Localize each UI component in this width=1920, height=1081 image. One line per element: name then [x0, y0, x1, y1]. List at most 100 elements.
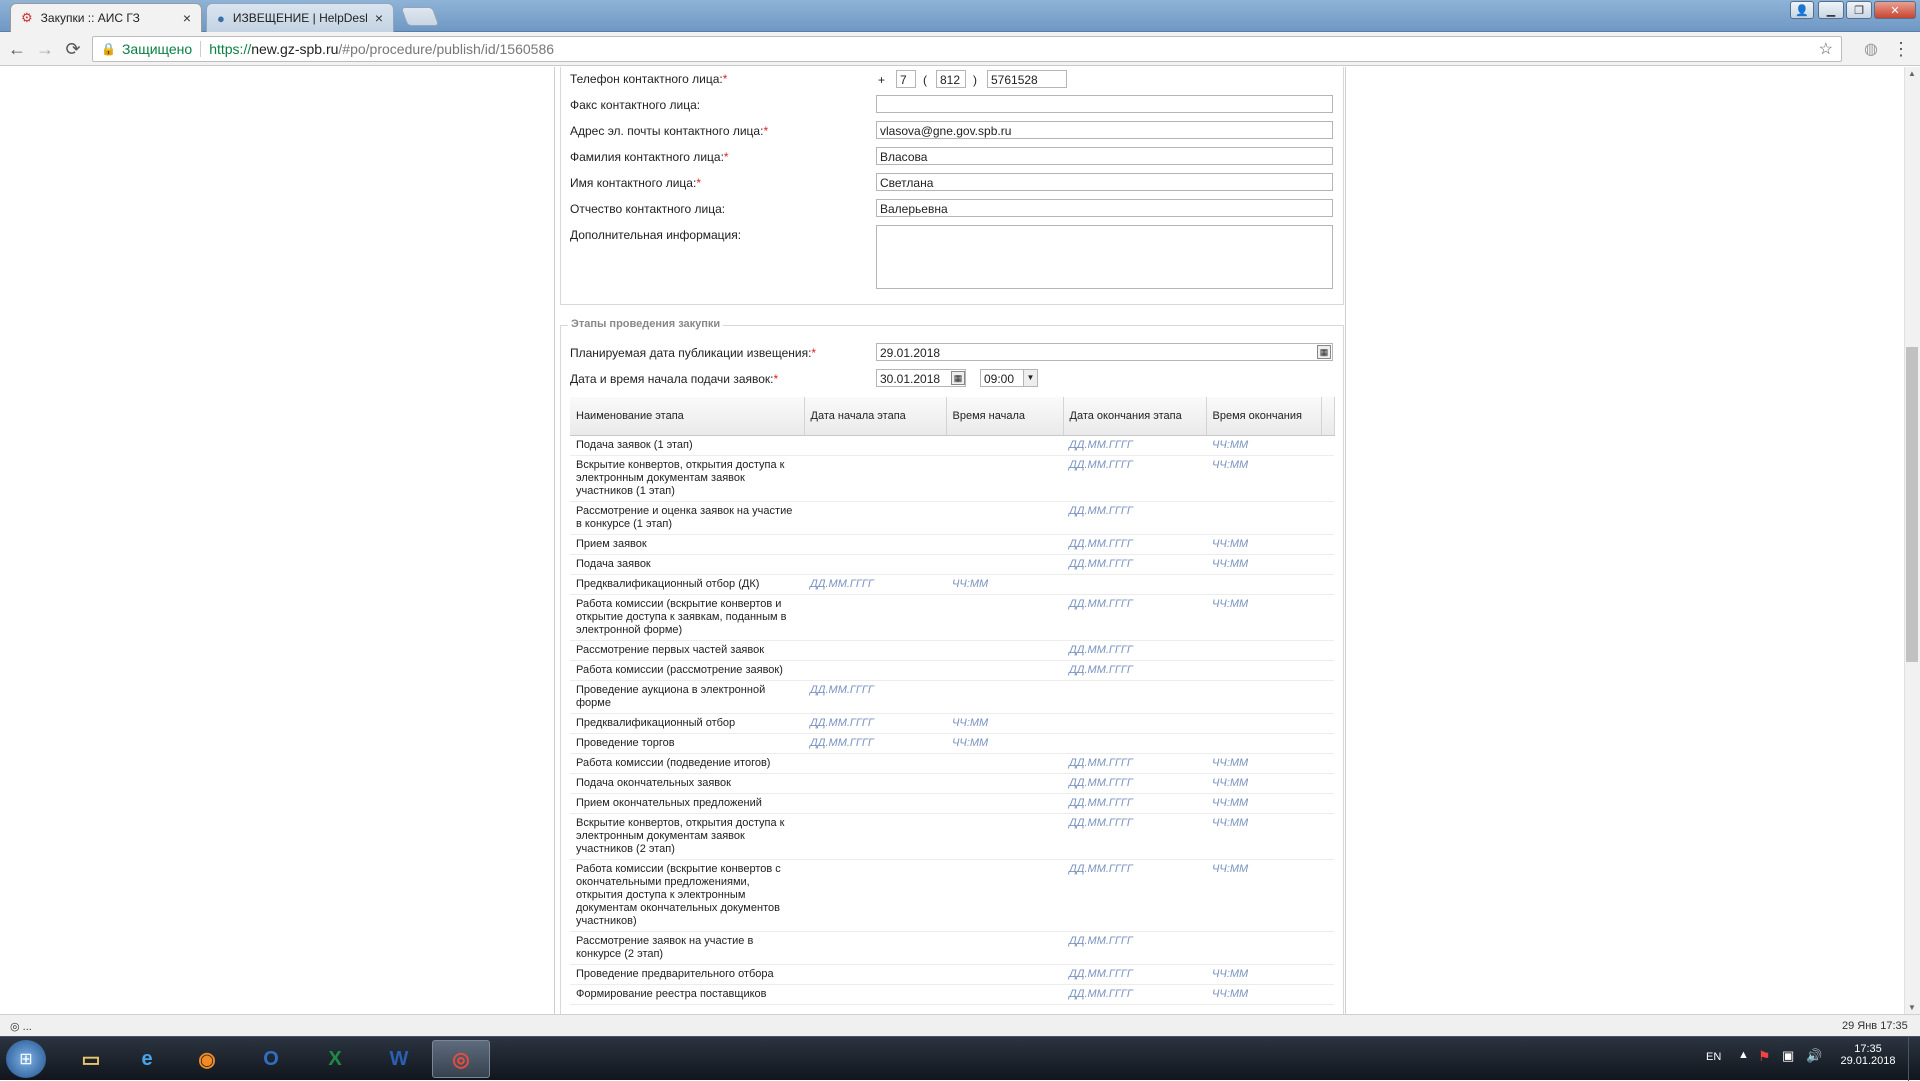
- close-tab-icon[interactable]: ×: [375, 10, 383, 26]
- taskbar-firefox-icon[interactable]: ◉: [178, 1040, 236, 1078]
- cell-end-date[interactable]: ДД.ММ.ГГГГ: [1063, 660, 1206, 681]
- cell-end-time[interactable]: ЧЧ:ММ: [1206, 435, 1321, 456]
- cell-end-date[interactable]: ДД.ММ.ГГГГ: [1063, 793, 1206, 814]
- table-row: Вскрытие конвертов, открытия доступа к э…: [570, 455, 1334, 502]
- taskbar-excel-icon[interactable]: X: [306, 1040, 364, 1078]
- language-indicator[interactable]: EN: [1706, 1051, 1721, 1063]
- cell-end-date[interactable]: ДД.ММ.ГГГГ: [1063, 501, 1206, 535]
- cell-end-date[interactable]: ДД.ММ.ГГГГ: [1063, 753, 1206, 774]
- cell-start-date: [804, 501, 946, 535]
- minimize-button[interactable]: ▁: [1818, 1, 1844, 19]
- fax-input[interactable]: [876, 95, 1333, 113]
- calendar-icon[interactable]: ▦: [1317, 345, 1331, 359]
- cell-spacer: [1321, 964, 1334, 985]
- back-button[interactable]: ←: [6, 38, 28, 60]
- address-bar[interactable]: 🔒 Защищено https:// new.gz-spb.ru /#po/p…: [92, 36, 1842, 62]
- taskbar-word-icon[interactable]: W: [370, 1040, 428, 1078]
- forward-button[interactable]: →: [34, 38, 56, 60]
- scroll-down-icon[interactable]: ▼: [1908, 1003, 1916, 1012]
- phone-country-input[interactable]: 7: [896, 70, 916, 88]
- tab-zakupki[interactable]: ⚙ Закупки :: АИС ГЗ ×: [10, 3, 202, 32]
- maximize-button[interactable]: ❐: [1846, 1, 1872, 19]
- cell-end-time[interactable]: ЧЧ:ММ: [1206, 753, 1321, 774]
- show-desktop-button[interactable]: [1908, 1037, 1920, 1081]
- start-button[interactable]: ⊞: [6, 1040, 46, 1078]
- cell-end-time[interactable]: ЧЧ:ММ: [1206, 964, 1321, 985]
- col-end-date[interactable]: Дата окончания этапа: [1063, 397, 1207, 436]
- flag-icon[interactable]: ⚑: [1758, 1048, 1771, 1065]
- cell-end-date[interactable]: ДД.ММ.ГГГГ: [1063, 455, 1206, 502]
- cell-start-date[interactable]: ДД.ММ.ГГГГ: [804, 680, 946, 714]
- name-input[interactable]: Светлана: [876, 173, 1333, 191]
- cell-start-date: [804, 931, 946, 965]
- cell-end-time[interactable]: ЧЧ:ММ: [1206, 984, 1321, 1005]
- start-time-select[interactable]: 09:00 ▼: [980, 369, 1038, 387]
- cell-end-date[interactable]: ДД.ММ.ГГГГ: [1063, 594, 1206, 641]
- cell-start-date[interactable]: ДД.ММ.ГГГГ: [804, 713, 946, 734]
- volume-icon[interactable]: 🔊: [1806, 1048, 1822, 1064]
- close-tab-icon[interactable]: ×: [183, 10, 191, 26]
- taskbar-chrome-icon[interactable]: ◎: [432, 1040, 490, 1078]
- cell-start-time[interactable]: ЧЧ:ММ: [946, 713, 1063, 734]
- col-stage-name[interactable]: Наименование этапа: [570, 397, 805, 436]
- cell-end-time[interactable]: ЧЧ:ММ: [1206, 793, 1321, 814]
- cell-end-time[interactable]: ЧЧ:ММ: [1206, 594, 1321, 641]
- tab-helpdesk[interactable]: ● ИЗВЕЩЕНИЕ | HelpDesk ×: [206, 3, 394, 32]
- taskbar-outlook-icon[interactable]: O: [242, 1040, 300, 1078]
- cell-start-time: [946, 501, 1063, 535]
- cell-start-date[interactable]: ДД.ММ.ГГГГ: [804, 574, 946, 595]
- scroll-up-icon[interactable]: ▲: [1908, 69, 1916, 78]
- cell-end-time[interactable]: ЧЧ:ММ: [1206, 455, 1321, 502]
- page-content: Телефон контактного лица:* + 7 ( 812 ) 5…: [0, 67, 1904, 1014]
- taskbar-explorer-icon[interactable]: ▭: [62, 1040, 120, 1078]
- cell-end-date[interactable]: ДД.ММ.ГГГГ: [1063, 964, 1206, 985]
- cell-start-time[interactable]: ЧЧ:ММ: [946, 733, 1063, 754]
- tray-arrow-icon[interactable]: ▲: [1738, 1049, 1749, 1061]
- cell-end-date[interactable]: ДД.ММ.ГГГГ: [1063, 859, 1206, 932]
- cell-end-date[interactable]: ДД.ММ.ГГГГ: [1063, 813, 1206, 860]
- surname-input[interactable]: Власова: [876, 147, 1333, 165]
- cell-start-date: [804, 753, 946, 774]
- cell-start-time[interactable]: ЧЧ:ММ: [946, 574, 1063, 595]
- calendar-icon[interactable]: ▦: [951, 371, 965, 385]
- cell-end-time[interactable]: ЧЧ:ММ: [1206, 554, 1321, 575]
- clock[interactable]: 17:35 29.01.2018: [1838, 1043, 1898, 1067]
- cell-end-time[interactable]: ЧЧ:ММ: [1206, 859, 1321, 932]
- cell-start-date: [804, 964, 946, 985]
- menu-icon[interactable]: ⋮: [1890, 38, 1912, 60]
- cell-end-time[interactable]: ЧЧ:ММ: [1206, 773, 1321, 794]
- cell-end-date[interactable]: ДД.ММ.ГГГГ: [1063, 931, 1206, 965]
- email-input[interactable]: vlasova@gne.gov.spb.ru: [876, 121, 1333, 139]
- col-end-time[interactable]: Время окончания: [1206, 397, 1322, 436]
- star-icon[interactable]: ☆: [1819, 39, 1833, 59]
- cell-end-time[interactable]: ЧЧ:ММ: [1206, 534, 1321, 555]
- extra-info-textarea[interactable]: [876, 225, 1333, 289]
- cell-end-date[interactable]: ДД.ММ.ГГГГ: [1063, 640, 1206, 661]
- chevron-down-icon[interactable]: ▼: [1023, 370, 1037, 386]
- cell-end-date[interactable]: ДД.ММ.ГГГГ: [1063, 984, 1206, 1005]
- col-start-date[interactable]: Дата начала этапа: [804, 397, 947, 436]
- profile-icon[interactable]: 👤: [1790, 1, 1814, 19]
- new-tab-button[interactable]: [400, 7, 440, 26]
- cell-spacer: [1321, 554, 1334, 575]
- phone-number-input[interactable]: 5761528: [987, 70, 1067, 88]
- taskbar-ie-icon[interactable]: e: [118, 1040, 176, 1078]
- table-row: Рассмотрение первых частей заявок ДД.ММ.Г…: [570, 640, 1334, 661]
- cell-end-date[interactable]: ДД.ММ.ГГГГ: [1063, 554, 1206, 575]
- extension-icon[interactable]: ◍: [1860, 38, 1882, 60]
- cell-end-date[interactable]: ДД.ММ.ГГГГ: [1063, 435, 1206, 456]
- reload-button[interactable]: ⟳: [62, 38, 84, 60]
- cell-end-date[interactable]: ДД.ММ.ГГГГ: [1063, 773, 1206, 794]
- col-start-time[interactable]: Время начала: [946, 397, 1064, 436]
- cell-stage-name: Предквалификационный отбор: [570, 713, 804, 734]
- cell-end-date[interactable]: ДД.ММ.ГГГГ: [1063, 534, 1206, 555]
- close-window-button[interactable]: ✕: [1874, 1, 1916, 19]
- cell-start-date[interactable]: ДД.ММ.ГГГГ: [804, 733, 946, 754]
- cell-start-date: [804, 773, 946, 794]
- scrollbar-thumb[interactable]: [1906, 347, 1918, 662]
- network-icon[interactable]: ▣: [1782, 1048, 1794, 1064]
- patronymic-input[interactable]: Валерьевна: [876, 199, 1333, 217]
- publish-date-input[interactable]: 29.01.2018: [876, 343, 1333, 361]
- cell-end-time[interactable]: ЧЧ:ММ: [1206, 813, 1321, 860]
- phone-area-input[interactable]: 812: [936, 70, 966, 88]
